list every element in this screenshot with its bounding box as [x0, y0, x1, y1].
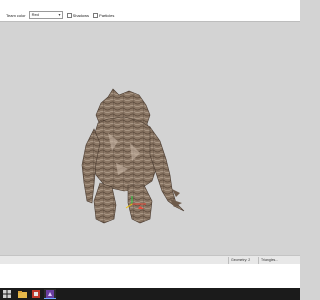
status-bar: Geometry: 2 Triangles... — [0, 255, 300, 264]
team-color-value: Red — [31, 12, 39, 17]
viewer-toolbar: Team color Red ▾ Shadows Particles — [0, 9, 300, 22]
particles-label: Particles — [99, 12, 115, 18]
checkbox-icon — [66, 12, 72, 18]
status-pane-geometry: Geometry: 2 — [228, 257, 256, 264]
team-color-label: Team color — [6, 12, 26, 18]
app-icon[interactable] — [30, 289, 42, 299]
file-explorer-icon[interactable] — [16, 289, 28, 299]
shadows-label: Shadows — [72, 12, 90, 18]
checkbox-icon — [93, 12, 99, 18]
particles-checkbox[interactable]: Particles — [93, 12, 115, 18]
model-viewport[interactable] — [0, 23, 300, 255]
team-color-select[interactable]: Red ▾ — [28, 11, 63, 19]
creature-model — [81, 88, 185, 224]
shadows-checkbox[interactable]: Shadows — [66, 12, 90, 18]
model-render — [81, 88, 185, 224]
status-pane-triangles: Triangles... — [258, 257, 300, 264]
app-icon-2[interactable] — [44, 289, 56, 299]
window-titlebar — [0, 0, 300, 9]
taskbar — [0, 288, 300, 300]
empty-area — [0, 264, 300, 288]
windows-start-icon[interactable] — [1, 289, 13, 299]
chevron-down-icon: ▾ — [58, 12, 61, 17]
